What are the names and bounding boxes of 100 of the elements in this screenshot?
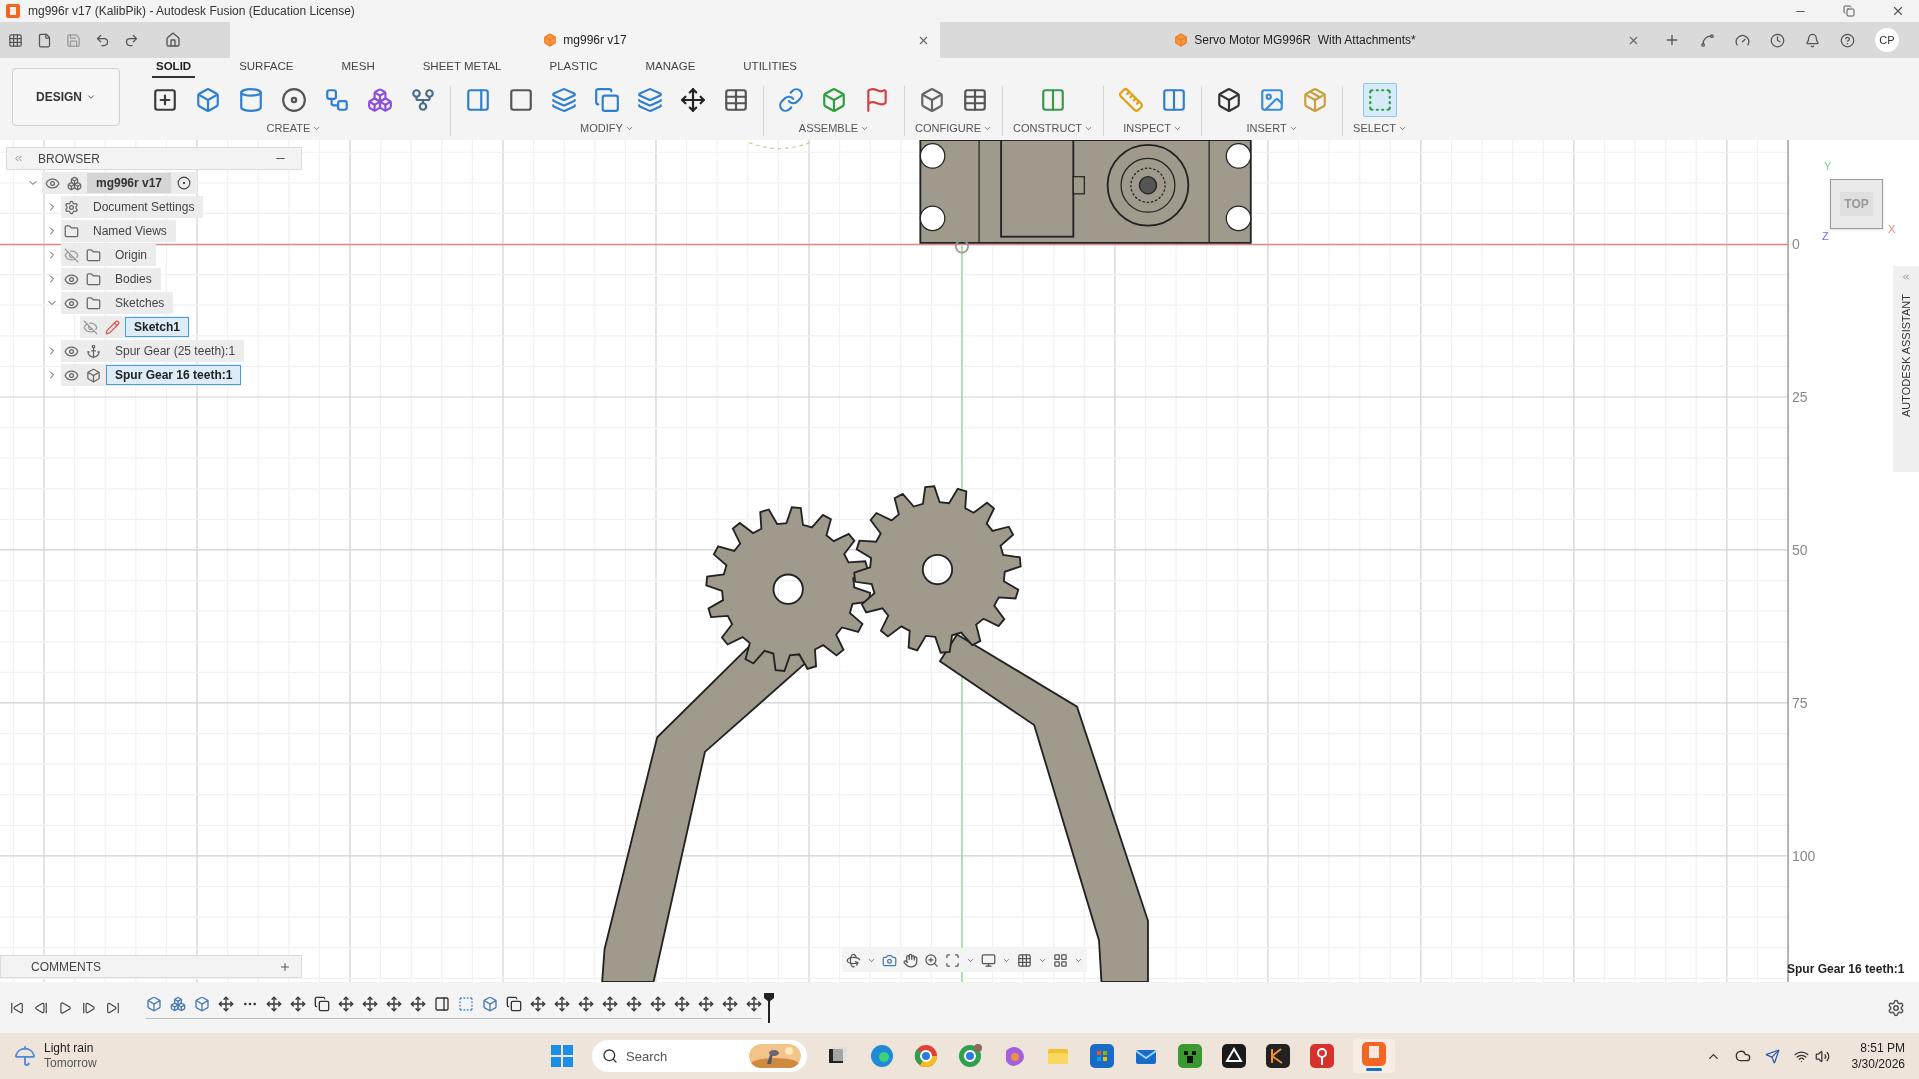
user-avatar[interactable]: CP bbox=[1875, 28, 1899, 52]
toolbar-tab[interactable]: MANAGE bbox=[641, 57, 700, 78]
next-icon[interactable] bbox=[82, 1000, 96, 1015]
restore-icon[interactable] bbox=[1843, 5, 1855, 17]
wifi-icon[interactable] bbox=[1793, 1048, 1809, 1064]
move-icon[interactable] bbox=[674, 996, 690, 1012]
group-dropdown[interactable]: CONSTRUCT bbox=[1013, 120, 1083, 137]
camera-icon[interactable] bbox=[882, 952, 897, 968]
play-icon[interactable] bbox=[58, 1000, 72, 1015]
toolbar-tab[interactable]: SOLID bbox=[152, 57, 196, 78]
cube-icon bbox=[543, 33, 558, 47]
comments-panel[interactable]: COMMENTS bbox=[0, 955, 302, 978]
redo-icon[interactable] bbox=[124, 32, 139, 48]
document-tab[interactable]: mg996r v17 bbox=[230, 22, 940, 58]
group-dropdown[interactable]: CONFIGURE bbox=[915, 120, 981, 137]
previous-icon[interactable] bbox=[34, 1000, 48, 1015]
group-dropdown[interactable]: INSERT bbox=[1246, 120, 1287, 137]
new-tab-icon[interactable] bbox=[1664, 32, 1680, 48]
start-icon[interactable] bbox=[550, 1044, 574, 1068]
group-dropdown[interactable]: SELECT bbox=[1353, 120, 1396, 137]
weather-icon[interactable] bbox=[14, 1045, 36, 1067]
select-icon[interactable] bbox=[1362, 83, 1397, 117]
viewports-icon[interactable] bbox=[1053, 952, 1068, 968]
location-icon[interactable] bbox=[1764, 1048, 1780, 1064]
weather-subtitle[interactable]: Tomorrow bbox=[44, 1056, 97, 1071]
browser-icon[interactable] bbox=[869, 1043, 895, 1069]
move-icon[interactable] bbox=[362, 996, 378, 1012]
first-icon[interactable] bbox=[10, 1000, 24, 1015]
pair-icon[interactable] bbox=[314, 996, 330, 1012]
hand-icon[interactable] bbox=[903, 952, 918, 968]
tree-item[interactable]: mg996r v17 bbox=[87, 173, 172, 193]
move-icon[interactable] bbox=[602, 996, 618, 1012]
fusion-app-icon[interactable] bbox=[1361, 1041, 1387, 1067]
toolbar-tab[interactable]: PLASTIC bbox=[545, 57, 602, 78]
radio-icon[interactable] bbox=[177, 176, 192, 190]
group-dropdown[interactable]: ASSEMBLE bbox=[798, 120, 859, 137]
apps-icon[interactable] bbox=[8, 32, 23, 48]
toolbar-tab[interactable]: SHEET METAL bbox=[418, 57, 506, 78]
move-icon[interactable] bbox=[530, 996, 546, 1012]
orbit-icon[interactable] bbox=[846, 952, 861, 968]
home-icon[interactable] bbox=[165, 32, 181, 48]
eye-icon[interactable] bbox=[64, 367, 79, 383]
timeline-marker[interactable] bbox=[764, 992, 774, 1023]
browser-icon[interactable] bbox=[913, 1043, 939, 1069]
clock-icon[interactable] bbox=[1770, 32, 1785, 48]
toolbar-tab[interactable]: SURFACE bbox=[235, 57, 298, 78]
file-icon[interactable] bbox=[37, 32, 52, 48]
move-icon[interactable] bbox=[578, 996, 594, 1012]
zoom-icon[interactable] bbox=[924, 952, 939, 968]
help-icon[interactable] bbox=[1840, 32, 1855, 48]
move-icon[interactable] bbox=[722, 996, 738, 1012]
panel-icon[interactable] bbox=[434, 996, 450, 1012]
caret-icon[interactable] bbox=[86, 92, 96, 102]
eye-icon[interactable] bbox=[64, 343, 79, 359]
move-icon[interactable] bbox=[338, 996, 354, 1012]
store-icon[interactable] bbox=[1089, 1043, 1115, 1069]
move-icon[interactable] bbox=[626, 996, 642, 1012]
toolbar-tab[interactable]: UTILITIES bbox=[739, 57, 801, 78]
assistant-panel[interactable]: AUTODESK ASSISTANT bbox=[1893, 266, 1919, 472]
undo-icon[interactable] bbox=[95, 32, 110, 48]
game-icon[interactable] bbox=[1177, 1043, 1203, 1069]
close-icon[interactable] bbox=[1891, 4, 1905, 18]
bell-icon[interactable] bbox=[1805, 32, 1820, 48]
settings-icon[interactable] bbox=[1887, 998, 1905, 1017]
clock[interactable]: 8:51 PM 3/30/2026 bbox=[1851, 1040, 1905, 1072]
move-icon[interactable] bbox=[266, 996, 282, 1012]
toolbar-tab[interactable]: MESH bbox=[337, 57, 379, 78]
grid-icon[interactable] bbox=[1017, 952, 1032, 968]
move-icon[interactable] bbox=[650, 996, 666, 1012]
browser-icon[interactable] bbox=[957, 1043, 983, 1069]
group-dropdown[interactable]: INSPECT bbox=[1123, 120, 1171, 137]
window-title: mg996r v17 (KalibPik) - Autodesk Fusion (Education License) bbox=[28, 3, 355, 20]
move-icon[interactable] bbox=[386, 996, 402, 1012]
move-icon[interactable] bbox=[746, 996, 762, 1012]
move-icon[interactable] bbox=[218, 996, 234, 1012]
tree-item[interactable]: Spur Gear 16 teeth:1 bbox=[106, 365, 242, 385]
fit-icon[interactable] bbox=[945, 952, 960, 968]
extensions-icon[interactable] bbox=[1700, 32, 1715, 48]
last-icon[interactable] bbox=[106, 1000, 120, 1015]
move-icon[interactable] bbox=[554, 996, 570, 1012]
workspace-dropdown[interactable]: DESIGN bbox=[12, 68, 120, 126]
group-dropdown[interactable]: CREATE bbox=[266, 120, 311, 137]
move-icon[interactable] bbox=[290, 996, 306, 1012]
app-icon[interactable] bbox=[1221, 1043, 1247, 1069]
eye-icon[interactable] bbox=[64, 295, 79, 311]
pair-icon[interactable] bbox=[506, 996, 522, 1012]
tree-item[interactable]: Sketch1 bbox=[125, 317, 190, 337]
cloud-icon[interactable] bbox=[1734, 1048, 1751, 1064]
eye-icon[interactable] bbox=[64, 271, 79, 287]
eye-icon[interactable] bbox=[45, 175, 60, 191]
app-icon[interactable] bbox=[1265, 1043, 1291, 1069]
folder-icon bbox=[86, 295, 101, 311]
move-icon[interactable] bbox=[410, 996, 426, 1012]
weather-title[interactable]: Light rain bbox=[44, 1041, 97, 1056]
group-dropdown[interactable]: MODIFY bbox=[580, 120, 623, 137]
add-icon[interactable] bbox=[279, 960, 291, 973]
gauge-icon[interactable] bbox=[1735, 32, 1750, 48]
monitor-icon[interactable] bbox=[981, 952, 996, 968]
volume-icon[interactable] bbox=[1814, 1048, 1830, 1064]
move-icon[interactable] bbox=[698, 996, 714, 1012]
